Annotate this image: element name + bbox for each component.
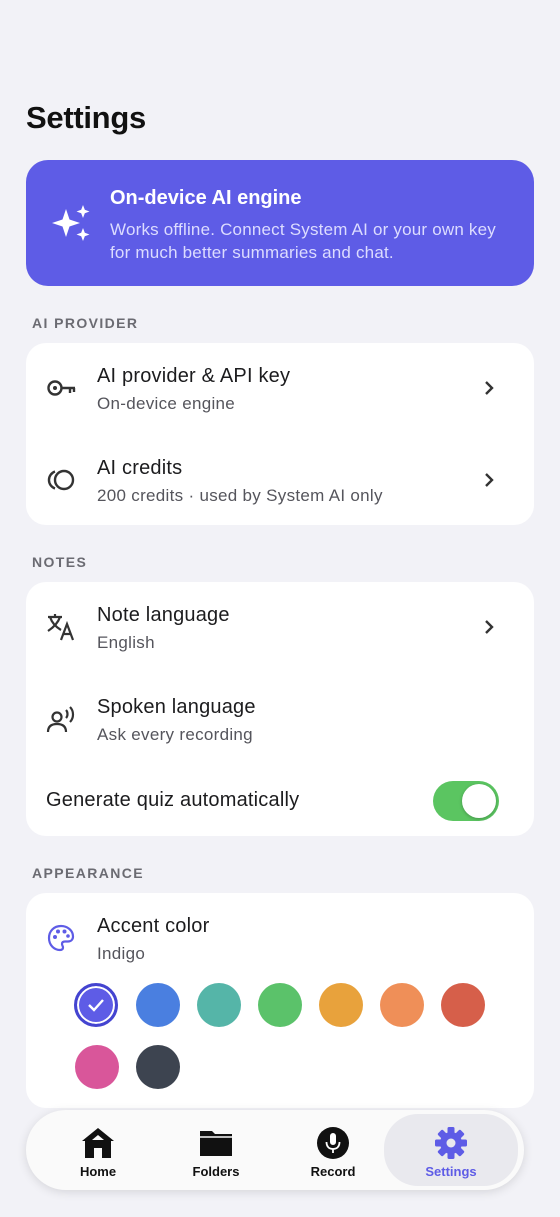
sparkles-icon	[52, 205, 90, 241]
row-generate-quiz: Generate quiz automatically	[26, 768, 534, 834]
row-subtitle: Indigo	[97, 944, 146, 963]
tab-label: Home	[79, 1164, 117, 1179]
row-spoken-language[interactable]: Spoken language Ask every recording	[26, 674, 534, 764]
tab-label: Record	[310, 1164, 356, 1179]
tab-bar: Home Folders Record Settings	[26, 1110, 524, 1190]
chevron-right-icon	[485, 381, 494, 395]
row-note-language[interactable]: Note language English	[26, 582, 534, 672]
tab-label: Settings	[425, 1164, 477, 1179]
coins-icon	[47, 469, 75, 491]
translate-icon	[47, 614, 75, 641]
row-subtitle: Ask every recording	[97, 725, 253, 744]
speaker-person-icon	[46, 706, 75, 733]
row-ai-credits[interactable]: AI credits 200 credits · used by System …	[26, 435, 534, 525]
generate-quiz-label: Generate quiz automatically	[46, 789, 300, 811]
swatch-indigo[interactable]	[74, 983, 118, 1027]
swatch-orange[interactable]	[380, 983, 424, 1027]
tab-record[interactable]: Record	[274, 1114, 392, 1186]
swatch-red[interactable]	[441, 983, 485, 1027]
section-label-notes: NOTES	[32, 554, 88, 570]
row-ai-provider[interactable]: AI provider & API key On-device engine	[26, 343, 534, 433]
key-icon	[47, 380, 76, 396]
generate-quiz-toggle[interactable]	[433, 781, 499, 821]
ai-provider-card: AI provider & API key On-device engine A…	[26, 343, 534, 525]
swatch-blue[interactable]	[136, 983, 180, 1027]
palette-icon	[47, 924, 75, 952]
row-accent-color: Accent color Indigo	[26, 893, 534, 979]
swatch-green[interactable]	[258, 983, 302, 1027]
swatch-amber[interactable]	[319, 983, 363, 1027]
row-subtitle: 200 credits · used by System AI only	[97, 486, 383, 505]
notes-card: Note language English Spoken language As…	[26, 582, 534, 836]
row-subtitle: On-device engine	[97, 394, 236, 413]
toggle-knob	[462, 784, 496, 818]
home-icon	[82, 1128, 114, 1158]
page-title: Settings	[26, 100, 146, 135]
microphone-icon	[317, 1127, 349, 1159]
banner-title: On-device AI engine	[110, 187, 302, 209]
swatch-teal[interactable]	[197, 983, 241, 1027]
row-title: Spoken language	[97, 696, 256, 718]
row-title: AI provider & API key	[97, 365, 291, 387]
tab-label: Folders	[192, 1164, 240, 1179]
swatch-pink[interactable]	[75, 1045, 119, 1089]
row-title: Accent color	[97, 915, 210, 937]
row-title: Note language	[97, 604, 230, 626]
tab-settings[interactable]: Settings	[384, 1114, 518, 1186]
banner-subtitle: Works offline. Connect System AI or your…	[110, 220, 496, 262]
row-title: AI credits	[97, 457, 183, 479]
tab-folders[interactable]: Folders	[157, 1114, 275, 1186]
appearance-card: Accent color Indigo	[26, 893, 534, 1108]
swatch-slate[interactable]	[136, 1045, 180, 1089]
row-subtitle: English	[97, 633, 155, 652]
gear-icon	[435, 1127, 467, 1159]
section-label-appearance: APPEARANCE	[32, 865, 145, 881]
checkmark-icon	[88, 999, 104, 1012]
folder-icon	[200, 1131, 232, 1156]
chevron-right-icon	[485, 620, 494, 634]
tab-home[interactable]: Home	[39, 1114, 157, 1186]
ai-engine-banner[interactable]: On-device AI engine Works offline. Conne…	[26, 160, 534, 286]
section-label-ai-provider: AI PROVIDER	[32, 315, 139, 331]
chevron-right-icon	[485, 473, 494, 487]
